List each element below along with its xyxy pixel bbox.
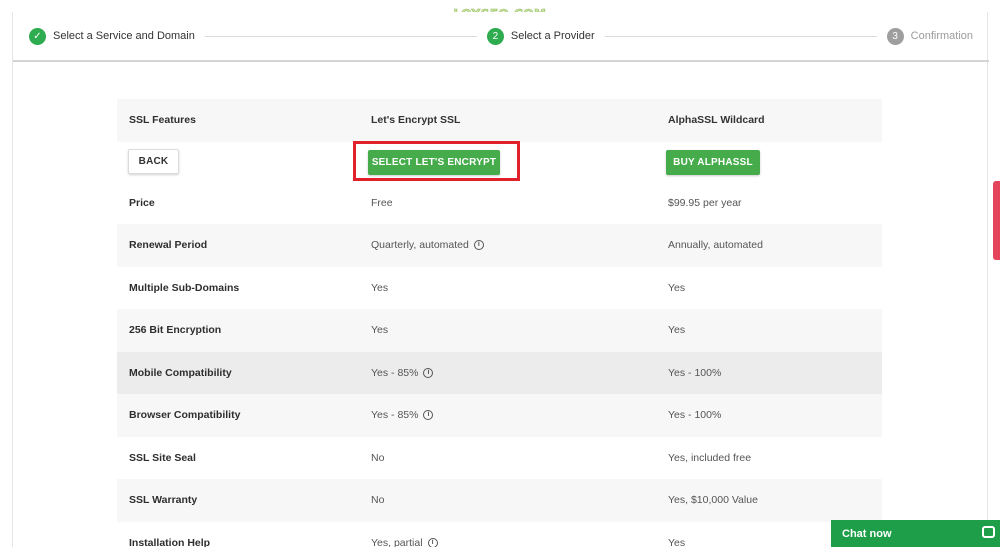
stepper: ✓ Select a Service and Domain 2 Select a… xyxy=(13,12,989,62)
letsencrypt-value-with-info: Yes, partial i xyxy=(371,522,438,547)
ssl-comparison-table: SSL Features Let's Encrypt SSL AlphaSSL … xyxy=(117,99,882,547)
step-provider[interactable]: 2 Select a Provider xyxy=(486,27,595,45)
column-header-letsencrypt: Let's Encrypt SSL xyxy=(371,114,461,127)
feature-name: Installation Help xyxy=(129,536,211,547)
chat-label: Chat now xyxy=(842,527,892,540)
chat-bubble-icon xyxy=(982,526,995,538)
info-icon[interactable]: i xyxy=(423,410,434,421)
alphassl-value: $99.95 per year xyxy=(668,196,742,209)
alphassl-value: Yes xyxy=(668,281,686,294)
letsencrypt-value: Free xyxy=(371,196,393,209)
alphassl-value: Yes xyxy=(668,536,686,547)
feature-name: SSL Site Seal xyxy=(129,451,196,464)
info-icon[interactable]: i xyxy=(423,367,434,378)
table-row: Renewal Period Quarterly, automated i Ann… xyxy=(117,224,882,267)
letsencrypt-value-with-info: Yes - 85% i xyxy=(371,352,434,395)
feature-name: 256 Bit Encryption xyxy=(129,324,222,337)
alphassl-value: Annually, automated xyxy=(668,239,763,252)
column-header-alphassl: AlphaSSL Wildcard xyxy=(668,114,765,127)
letsencrypt-value: Yes, partial xyxy=(371,536,423,547)
step-label: Select a Service and Domain xyxy=(53,30,195,42)
letsencrypt-value-with-info: Quarterly, automated i xyxy=(371,224,484,267)
feature-name: Renewal Period xyxy=(129,239,208,252)
feature-name: Multiple Sub-Domains xyxy=(129,281,240,294)
step-connector xyxy=(204,35,477,37)
chat-widget[interactable]: Chat now xyxy=(831,520,1000,547)
column-header-features: SSL Features xyxy=(129,114,196,127)
info-icon[interactable]: i xyxy=(427,537,438,547)
table-row: Price Free $99.95 per year xyxy=(117,182,882,225)
buy-alphassl-button[interactable]: BUY ALPHASSL xyxy=(666,149,760,175)
letsencrypt-value: Yes - 85% xyxy=(371,366,419,379)
feature-name: Price xyxy=(129,196,155,209)
letsencrypt-value: No xyxy=(371,494,385,507)
step-number: 2 xyxy=(486,27,504,45)
step-label: Confirmation xyxy=(910,30,974,42)
table-row: SSL Warranty No Yes, $10,000 Value xyxy=(117,479,882,522)
letsencrypt-value: Yes xyxy=(371,324,389,337)
letsencrypt-value: Yes - 85% xyxy=(371,409,419,422)
action-row: BACK SELECT LET'S ENCRYPT BUY ALPHASSL xyxy=(117,140,882,182)
alphassl-value: Yes xyxy=(668,324,686,337)
step-service-domain[interactable]: ✓ Select a Service and Domain xyxy=(29,27,195,45)
letsencrypt-value: Quarterly, automated xyxy=(371,239,469,252)
alphassl-value: Yes, included free xyxy=(668,451,752,464)
table-row: 256 Bit Encryption Yes Yes xyxy=(117,309,882,352)
letsencrypt-value: Yes xyxy=(371,281,389,294)
step-connector xyxy=(604,35,877,37)
check-icon: ✓ xyxy=(29,27,46,45)
table-row: SSL Site Seal No Yes, included free xyxy=(117,437,882,480)
info-icon[interactable]: i xyxy=(473,240,484,251)
letsencrypt-value: No xyxy=(371,451,385,464)
table-header: SSL Features Let's Encrypt SSL AlphaSSL … xyxy=(117,99,882,142)
alphassl-value: Yes - 100% xyxy=(668,409,722,422)
feedback-tab[interactable] xyxy=(993,181,1000,260)
step-label: Select a Provider xyxy=(510,30,595,42)
feature-name: SSL Warranty xyxy=(129,494,198,507)
back-button[interactable]: BACK xyxy=(128,148,179,174)
table-row: Multiple Sub-Domains Yes Yes xyxy=(117,267,882,310)
letsencrypt-value-with-info: Yes - 85% i xyxy=(371,394,434,437)
table-row: Installation Help Yes, partial i Yes xyxy=(117,522,882,547)
table-row: Browser Compatibility Yes - 85% i Yes - 1… xyxy=(117,394,882,437)
feature-name: Browser Compatibility xyxy=(129,409,241,422)
select-letsencrypt-button[interactable]: SELECT LET'S ENCRYPT xyxy=(368,149,500,175)
table-row: Mobile Compatibility Yes - 85% i Yes - 10… xyxy=(117,351,882,395)
alphassl-value: Yes - 100% xyxy=(668,366,722,379)
step-number: 3 xyxy=(886,27,904,45)
alphassl-value: Yes, $10,000 Value xyxy=(668,494,758,507)
step-confirmation[interactable]: 3 Confirmation xyxy=(886,27,974,45)
feature-name: Mobile Compatibility xyxy=(129,366,232,379)
